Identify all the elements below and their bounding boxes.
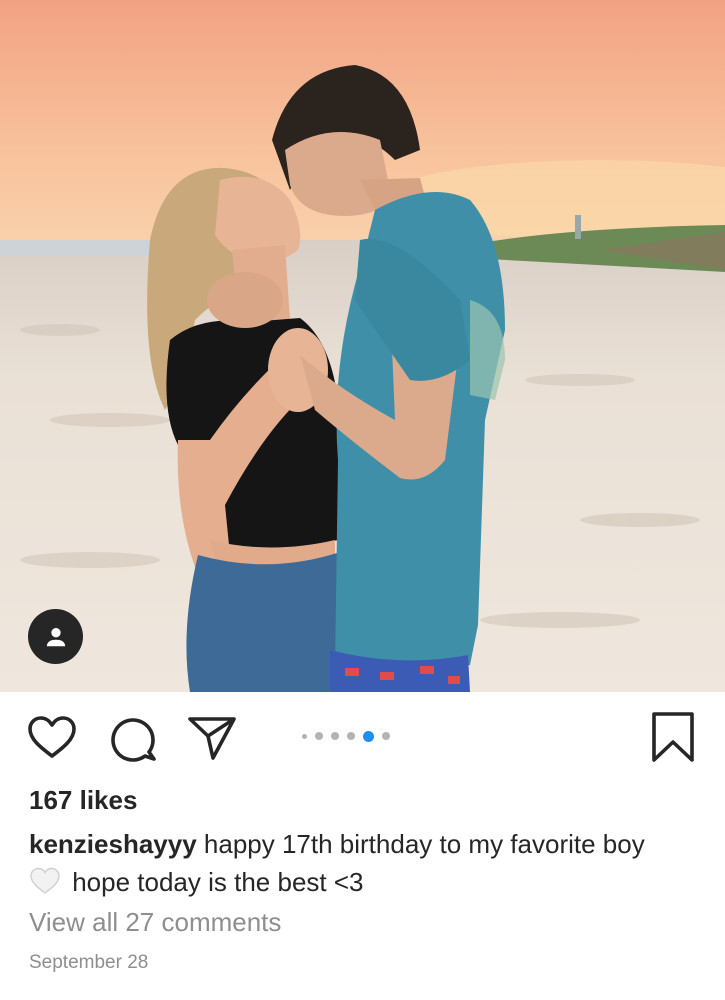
comment-bubble-icon [111,718,156,762]
beach-sunset-couple-photo [0,0,725,692]
caption-username[interactable]: kenzieshayyy [29,829,197,859]
like-button[interactable] [26,712,78,764]
person-icon [46,627,65,646]
carousel-dot [347,732,355,740]
carousel-dot-active [363,730,374,742]
white-heart-emoji [29,866,61,896]
share-button[interactable] [186,712,238,764]
heart-outline-icon [28,716,76,758]
caption-text-line1: happy 17th birthday to my favorite boy [196,829,645,859]
likes-count[interactable]: 167 likes [29,785,137,816]
carousel-indicator [302,730,390,742]
paper-plane-icon [188,717,236,760]
comment-button[interactable] [107,712,159,764]
post-date: September 28 [29,952,149,973]
post-caption: kenzieshayyy happy 17th birthday to my f… [29,825,709,901]
view-comments-link[interactable]: View all 27 comments [29,907,281,938]
tag-people-button[interactable] [28,609,83,664]
post-photo[interactable] [0,0,725,692]
save-button[interactable] [649,710,697,764]
carousel-dot [382,732,390,740]
caption-text-line2: hope today is the best <3 [65,867,364,897]
carousel-dot [331,732,339,740]
carousel-dot [315,732,323,740]
bookmark-icon [652,712,694,762]
carousel-dot [302,733,307,739]
